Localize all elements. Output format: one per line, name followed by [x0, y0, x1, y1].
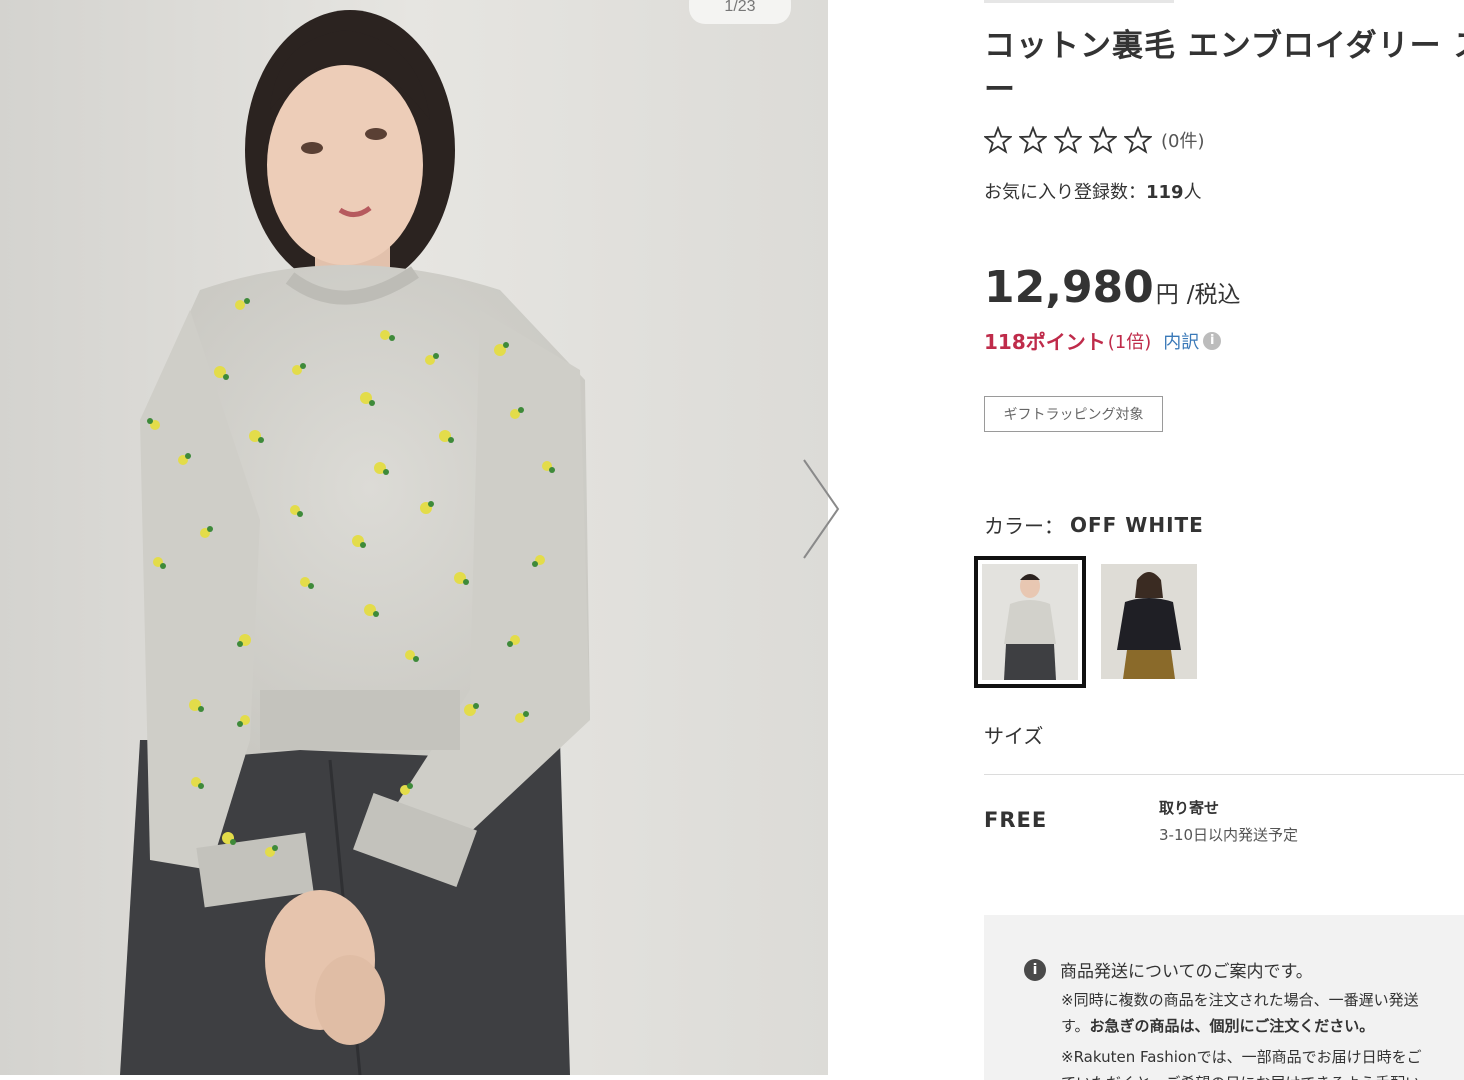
- favorites-number: 119: [1146, 182, 1184, 203]
- notice-heading-b: についてのご案内です。: [1128, 962, 1313, 982]
- color-selection: カラー： OFF WHITE: [984, 510, 1204, 539]
- notice-line: ※同時に複数の商品を注文された場合、一番遅い発送: [1061, 991, 1419, 1009]
- points: 118ポイント (1倍) 内訳 i: [984, 326, 1222, 355]
- size-option-free[interactable]: FREE: [984, 808, 1047, 832]
- swatch-image: [982, 564, 1078, 680]
- divider: [984, 0, 1174, 3]
- star-empty-icon: [1054, 126, 1082, 154]
- chevron-right-icon[interactable]: [796, 456, 846, 562]
- color-swatch-off-white[interactable]: [974, 556, 1086, 688]
- price-amount: 12,980: [984, 262, 1154, 313]
- price-unit: 円: [1155, 282, 1179, 308]
- favorites-count: お気に入り登録数：119人: [984, 178, 1202, 204]
- product-main-image: [0, 0, 828, 1075]
- gift-wrapping-tag: ギフトラッピング対象: [984, 396, 1163, 432]
- notice-line-emphasis: お急ぎの商品は、個別にご注文ください。: [1089, 1017, 1375, 1035]
- selected-color: OFF WHITE: [1070, 512, 1204, 537]
- info-icon: i: [1024, 958, 1046, 981]
- favorites-label: お気に入り登録数：: [984, 182, 1146, 203]
- shipping-notice: i 商品発送 についてのご案内です。 ※同時に複数の商品を注文された場合、一番遅い…: [984, 915, 1464, 1080]
- notice-line: ていただくと、ご希望の日にお届けできるよう手配い: [1061, 1072, 1420, 1080]
- product-image-gallery: 1/23: [0, 0, 828, 1075]
- product-title: コットン裏毛 エンブロイダリー ス: [984, 28, 1464, 64]
- color-label: カラー：: [984, 514, 1064, 538]
- color-swatch-dark[interactable]: [1101, 564, 1197, 679]
- points-rate: (1倍): [1107, 331, 1152, 353]
- info-icon[interactable]: i: [1203, 331, 1222, 350]
- swatch-image: [1101, 564, 1197, 679]
- points-amount: 118ポイント: [984, 330, 1106, 354]
- product-info-panel: コットン裏毛 エンブロイダリー ス ー (0件) お気に入り登録数：119人 1…: [974, 0, 1464, 1080]
- image-counter: 1/23: [689, 0, 791, 24]
- notice-heading: i 商品発送 についてのご案内です。: [1024, 957, 1313, 982]
- star-empty-icon: [1124, 126, 1152, 154]
- product-title-continuation: ー: [984, 72, 1015, 108]
- rating: (0件): [984, 126, 1205, 154]
- stock-status: 取り寄せ: [1159, 799, 1220, 817]
- size-label: サイズ: [984, 724, 1044, 748]
- star-empty-icon: [1019, 126, 1047, 154]
- points-breakdown-link[interactable]: 内訳: [1163, 328, 1199, 354]
- divider: [984, 774, 1464, 775]
- price-tax-label: /税込: [1186, 282, 1241, 308]
- notice-heading-a: 商品発送: [1060, 962, 1128, 982]
- star-empty-icon: [1089, 126, 1117, 154]
- notice-line: す。お急ぎの商品は、個別にご注文ください。: [1061, 1015, 1374, 1036]
- notice-line-text: す。: [1061, 1017, 1090, 1035]
- shipping-estimate: 3-10日以内発送予定: [1159, 826, 1299, 844]
- review-count-link[interactable]: (0件): [1161, 127, 1205, 153]
- star-empty-icon: [984, 126, 1012, 154]
- price: 12,980 円 /税込: [984, 262, 1241, 313]
- favorites-unit: 人: [1183, 182, 1202, 203]
- notice-line: ※Rakuten Fashionでは、一部商品でお届け日時をご: [1061, 1048, 1422, 1066]
